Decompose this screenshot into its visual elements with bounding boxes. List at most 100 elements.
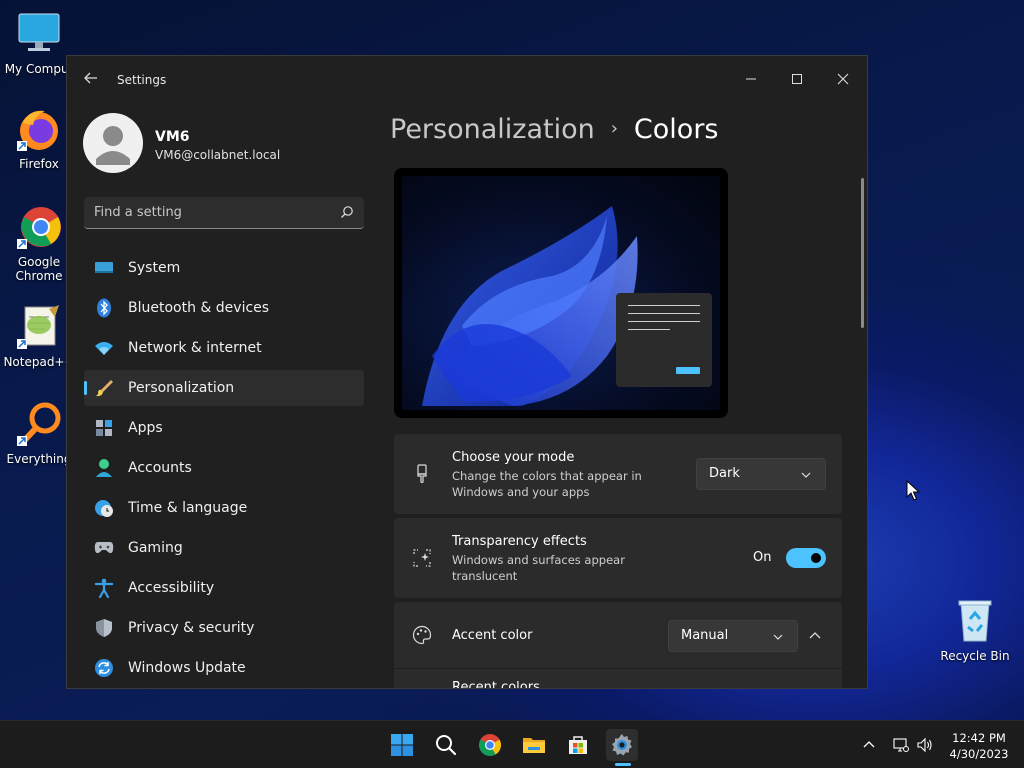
sidebar-item-bluetooth[interactable]: Bluetooth & devices [84,290,364,326]
transparency-icon [413,549,431,567]
sidebar-item-label: Windows Update [128,660,246,676]
windows-start-icon [391,734,413,756]
store-icon [569,736,587,754]
taskbar-store-button[interactable] [562,729,594,761]
sidebar-item-accessibility[interactable]: Accessibility [84,570,364,606]
taskbar-search-button[interactable] [430,729,462,761]
chrome-icon [15,203,63,251]
mouse-cursor-icon [906,480,920,501]
sidebar-item-label: Privacy & security [128,620,255,636]
transparency-toggle[interactable] [786,548,826,568]
clock-time: 12:42 PM [952,731,1006,745]
content-scrollbar[interactable] [861,178,864,328]
collapse-button[interactable] [808,628,822,642]
preview-text-line [628,321,700,322]
update-icon [94,658,114,678]
recent-colors-title: Recent colors [452,680,540,689]
active-app-indicator [615,763,631,766]
minimize-icon [746,78,756,80]
minimize-button[interactable] [728,64,774,94]
speaker-icon [917,737,932,753]
window-title: Settings [117,73,167,87]
sidebar-item-apps[interactable]: Apps [84,410,364,446]
preview-text-line [628,329,670,330]
user-name: VM6 [155,129,190,145]
accent-title: Accent color [452,628,533,643]
sidebar-item-label: Accessibility [128,580,215,596]
desktop-icon-label: Recycle Bin [940,649,1010,663]
monitor-icon [15,10,63,58]
taskbar: 12:42 PM 4/30/2023 [0,720,1024,768]
sidebar-item-network[interactable]: Network & internet [84,330,364,366]
chevron-down-icon [773,634,783,640]
accent-color-card: Accent color Manual [394,602,842,668]
title-bar: Settings [67,56,867,104]
transparency-state-label: On [753,550,772,565]
preview-accent-button [676,367,700,374]
clock-date: 4/30/2023 [949,747,1009,761]
breadcrumb-separator: › [610,118,618,139]
accent-dropdown[interactable]: Manual [668,620,798,652]
network-icon [893,738,909,752]
recycle-bin-icon [951,597,999,645]
paint-brush-icon [417,464,427,484]
shield-icon [94,618,114,638]
mode-description: Change the colors that appear in Windows… [452,469,642,499]
close-button[interactable] [820,64,866,94]
transparency-card: Transparency effects Windows and surface… [394,518,842,598]
preview-dialog [616,293,712,387]
search-box [84,197,364,229]
gamepad-icon [94,538,114,558]
transparency-description: Windows and surfaces appear translucent [452,553,625,583]
desktop-icon-recycle-bin[interactable]: Recycle Bin [935,597,1015,663]
palette-icon [412,625,432,645]
arrow-left-icon [84,72,97,84]
sidebar-item-time-language[interactable]: Time & language [84,490,364,526]
sidebar-item-label: Accounts [128,460,192,476]
chrome-icon [479,734,501,756]
maximize-button[interactable] [774,64,820,94]
volume-tray-button[interactable] [917,737,933,753]
sidebar-item-personalization[interactable]: Personalization [84,370,364,406]
accent-dropdown-value: Manual [681,628,729,643]
preview-text-line [628,305,700,306]
sidebar-item-label: Gaming [128,540,183,556]
mode-dropdown[interactable]: Dark [696,458,826,490]
page-title: Colors [633,114,719,145]
taskbar-file-explorer-button[interactable] [518,729,550,761]
apps-icon [94,418,114,438]
start-button[interactable] [386,729,418,761]
sidebar-item-gaming[interactable]: Gaming [84,530,364,566]
sidebar-item-privacy-security[interactable]: Privacy & security [84,610,364,646]
breadcrumb-parent[interactable]: Personalization [390,114,595,145]
sidebar-item-label: System [128,260,181,276]
back-button[interactable] [81,70,101,90]
sidebar-nav: System Bluetooth & devices Network & int… [84,250,364,688]
settings-gear-icon [612,734,632,756]
sidebar-item-windows-update[interactable]: Windows Update [84,650,364,686]
show-hidden-icons-button[interactable] [861,737,877,753]
search-icon[interactable] [340,205,354,219]
toggle-knob [811,553,821,563]
user-email: VM6@collabnet.local [155,148,281,162]
close-icon [837,73,849,85]
taskbar-clock[interactable]: 12:42 PM 4/30/2023 [944,730,1014,762]
mode-title: Choose your mode [452,450,575,465]
accounts-icon [94,458,114,478]
search-input[interactable] [84,197,324,227]
maximize-icon [792,74,802,84]
sidebar-item-label: Apps [128,420,163,436]
recent-colors-section: Recent colors [394,669,842,689]
sidebar-item-system[interactable]: System [84,250,364,286]
taskbar-settings-button[interactable] [606,729,638,761]
network-tray-button[interactable] [893,737,909,753]
theme-preview [394,168,728,418]
sidebar-item-label: Time & language [128,500,248,516]
firefox-icon [15,105,63,153]
sidebar-item-label: Network & internet [128,340,262,356]
wallpaper-preview [402,176,720,410]
everything-search-icon [15,400,63,448]
wifi-icon [94,338,114,358]
taskbar-chrome-button[interactable] [474,729,506,761]
sidebar-item-accounts[interactable]: Accounts [84,450,364,486]
